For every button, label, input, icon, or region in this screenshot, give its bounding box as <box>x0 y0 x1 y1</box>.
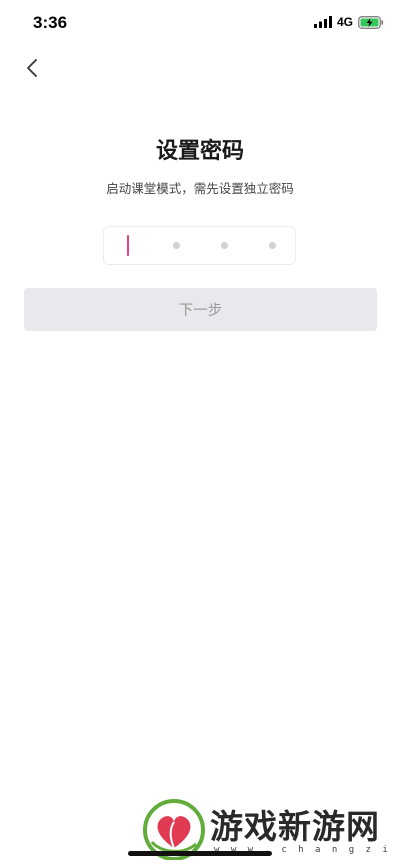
network-label: 4G <box>336 15 353 29</box>
status-bar: 3:36 4G <box>0 0 400 46</box>
status-indicators: 4G <box>313 15 384 29</box>
page-subtitle: 启动课堂模式，需先设置独立密码 <box>106 181 294 196</box>
pin-cell-3[interactable] <box>200 227 248 264</box>
status-time: 3:36 <box>33 13 68 32</box>
pin-placeholder-dot <box>268 242 276 249</box>
text-caret <box>127 235 129 256</box>
back-button[interactable] <box>18 54 46 82</box>
pin-placeholder-dot <box>220 242 228 249</box>
password-input[interactable] <box>103 226 296 265</box>
pin-cell-4[interactable] <box>248 227 296 264</box>
signal-icon <box>313 16 332 28</box>
chevron-left-icon <box>27 59 37 77</box>
pin-cell-1[interactable] <box>104 227 152 264</box>
watermark-text: 游戏新游网 <box>210 807 380 846</box>
page-title: 设置密码 <box>155 139 244 164</box>
battery-charging-icon <box>358 15 384 29</box>
pin-cell-2[interactable] <box>152 227 200 264</box>
screen: 3:36 4G 设置密码 启动课堂模式，需先设置独立密码 下一步 游戏新游网 w… <box>0 0 400 865</box>
next-step-button[interactable]: 下一步 <box>24 288 377 331</box>
home-indicator[interactable] <box>128 851 272 856</box>
pin-placeholder-dot <box>172 242 180 249</box>
